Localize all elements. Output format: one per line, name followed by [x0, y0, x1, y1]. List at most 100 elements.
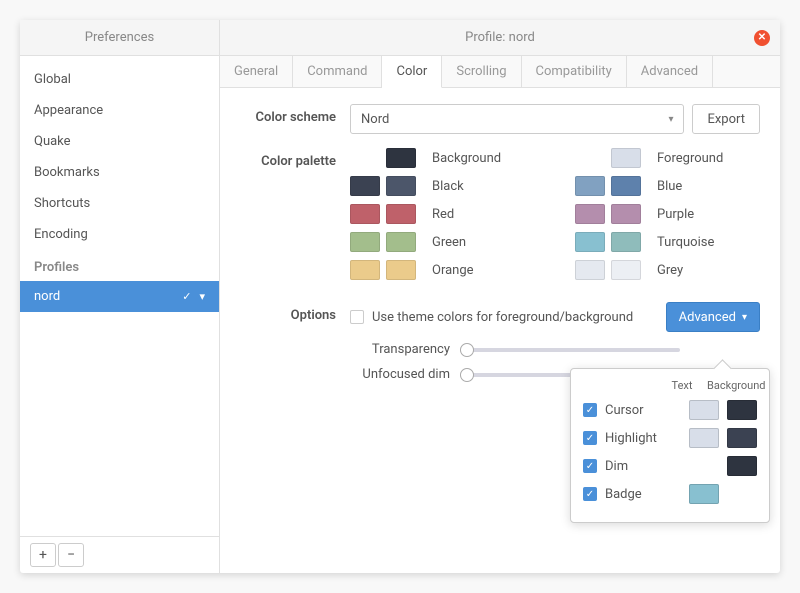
color-scheme-label: Color scheme	[230, 104, 350, 125]
color-swatch[interactable]	[386, 148, 416, 168]
tab-general[interactable]: General	[220, 56, 293, 87]
color-swatch[interactable]	[611, 232, 641, 252]
advanced-popover: Text Background ✓Cursor✓Highlight✓Dim✓Ba…	[570, 368, 770, 523]
palette-row: Background	[350, 148, 535, 168]
swatch-pair	[350, 232, 416, 252]
popover-row: ✓ Dim	[583, 456, 757, 476]
profile-actions: ✓ ▾	[182, 290, 205, 303]
color-scheme-value: Nord	[361, 112, 389, 127]
color-scheme-row: Color scheme Nord ▾ Export	[230, 104, 760, 134]
theme-colors-checkbox[interactable]	[350, 310, 364, 324]
palette-row: Red	[350, 204, 535, 224]
dim-checkbox[interactable]: ✓	[583, 459, 597, 473]
sidebar-item-quake[interactable]: Quake	[20, 126, 219, 157]
palette-label: Grey	[657, 263, 683, 278]
color-swatch[interactable]	[575, 204, 605, 224]
color-swatch[interactable]	[611, 148, 641, 168]
sidebar-item-appearance[interactable]: Appearance	[20, 95, 219, 126]
badge-checkbox[interactable]: ✓	[583, 487, 597, 501]
palette-col-left: Background Black Red Green Orange	[350, 148, 535, 288]
palette-row: Grey	[575, 260, 760, 280]
preferences-window: Preferences Profile: nord ✕ Global Appea…	[20, 20, 780, 573]
color-swatch[interactable]	[386, 260, 416, 280]
tab-scrolling[interactable]: Scrolling	[442, 56, 521, 87]
chevron-down-icon[interactable]: ▾	[199, 290, 205, 303]
tabs: General Command Color Scrolling Compatib…	[220, 56, 780, 88]
slider-label: Unfocused dim	[350, 367, 450, 382]
sidebar-list: Global Appearance Quake Bookmarks Shortc…	[20, 56, 219, 536]
tab-advanced[interactable]: Advanced	[627, 56, 713, 87]
palette-label: Red	[432, 207, 454, 222]
color-swatch[interactable]	[350, 176, 380, 196]
color-swatch[interactable]	[350, 260, 380, 280]
swatch-pair	[350, 204, 416, 224]
check-icon[interactable]: ✓	[182, 290, 191, 303]
sidebar-item-bookmarks[interactable]: Bookmarks	[20, 157, 219, 188]
palette-row: Orange	[350, 260, 535, 280]
advanced-button-label: Advanced	[679, 310, 736, 325]
slider-transparency[interactable]	[460, 348, 680, 352]
add-profile-button[interactable]: +	[30, 543, 56, 567]
color-swatch[interactable]	[611, 204, 641, 224]
sidebar-item-shortcuts[interactable]: Shortcuts	[20, 188, 219, 219]
profile-nord[interactable]: nord ✓ ▾	[20, 281, 219, 312]
tab-command[interactable]: Command	[293, 56, 382, 87]
popover-header-text: Text	[667, 379, 697, 392]
popover-row-label: Cursor	[605, 403, 681, 418]
highlight-text-swatch[interactable]	[689, 428, 719, 448]
titlebar: Preferences Profile: nord ✕	[20, 20, 780, 56]
badge-text-swatch[interactable]	[689, 484, 719, 504]
popover-header: Text Background	[583, 379, 757, 392]
color-palette-row: Color palette Background Black Red Green Ora…	[230, 148, 760, 288]
sidebar: Global Appearance Quake Bookmarks Shortc…	[20, 56, 220, 573]
color-swatch[interactable]	[575, 232, 605, 252]
sidebar-item-global[interactable]: Global	[20, 64, 219, 95]
tab-color[interactable]: Color	[382, 56, 442, 88]
palette-label: Black	[432, 179, 464, 194]
popover-row: ✓Highlight	[583, 428, 757, 448]
cursor-text-swatch[interactable]	[689, 400, 719, 420]
popover-row-label: Badge	[605, 487, 681, 502]
swatch-pair	[575, 148, 641, 168]
palette-row: Turquoise	[575, 232, 760, 252]
color-swatch[interactable]	[611, 260, 641, 280]
highlight-bg-swatch[interactable]	[727, 428, 757, 448]
chevron-down-icon: ▾	[668, 114, 673, 125]
export-button[interactable]: Export	[692, 104, 760, 134]
color-swatch[interactable]	[575, 176, 605, 196]
color-swatch[interactable]	[611, 176, 641, 196]
tab-compatibility[interactable]: Compatibility	[522, 56, 627, 87]
theme-colors-label: Use theme colors for foreground/backgrou…	[372, 310, 658, 325]
palette-label: Turquoise	[657, 235, 714, 250]
slider-thumb[interactable]	[460, 343, 474, 357]
swatch-pair	[575, 232, 641, 252]
content: Color scheme Nord ▾ Export Color palette…	[220, 88, 780, 573]
main: General Command Color Scrolling Compatib…	[220, 56, 780, 573]
palette-label: Blue	[657, 179, 682, 194]
color-swatch[interactable]	[386, 204, 416, 224]
highlight-checkbox[interactable]: ✓	[583, 431, 597, 445]
popover-row: ✓ Cursor	[583, 400, 757, 420]
color-scheme-select[interactable]: Nord ▾	[350, 104, 684, 134]
options-label: Options	[230, 302, 350, 323]
popover-header-background: Background	[707, 379, 757, 392]
dim-bg-swatch[interactable]	[727, 456, 757, 476]
palette-row: Green	[350, 232, 535, 252]
popover-row-label: Dim	[605, 459, 681, 474]
sidebar-item-encoding[interactable]: Encoding	[20, 219, 219, 250]
close-button[interactable]: ✕	[754, 30, 770, 46]
swatch-pair	[350, 148, 416, 168]
cursor-bg-swatch[interactable]	[727, 400, 757, 420]
color-swatch[interactable]	[350, 232, 380, 252]
titlebar-right: Profile: nord ✕	[220, 20, 780, 55]
color-swatch[interactable]	[350, 204, 380, 224]
color-palette-label: Color palette	[230, 148, 350, 169]
remove-profile-button[interactable]: −	[58, 543, 84, 567]
palette-label: Green	[432, 235, 466, 250]
color-swatch[interactable]	[386, 232, 416, 252]
cursor-checkbox[interactable]: ✓	[583, 403, 597, 417]
slider-thumb[interactable]	[460, 368, 474, 382]
color-swatch[interactable]	[575, 260, 605, 280]
advanced-button[interactable]: Advanced ▾	[666, 302, 760, 332]
color-swatch[interactable]	[386, 176, 416, 196]
